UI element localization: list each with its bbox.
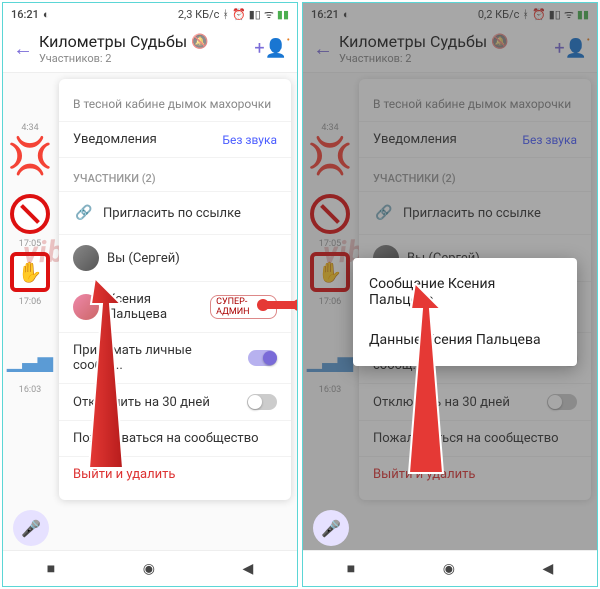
disable30-row[interactable]: Отключить на 30 дней — [59, 383, 291, 420]
disable30-label: Отключить на 30 дней — [73, 395, 210, 410]
nav-back-icon[interactable]: ◀ — [542, 561, 553, 577]
nav-home-icon[interactable]: ◉ — [443, 561, 455, 577]
back-icon[interactable]: ← — [13, 36, 39, 61]
chat-item-2[interactable]: 17:05 — [7, 191, 53, 237]
avatar — [73, 245, 99, 271]
bars-icon: ▁▃▅ — [7, 348, 53, 372]
nav-recent-icon[interactable]: ■ — [347, 560, 355, 577]
member-you-row[interactable]: Вы (Сергей) — [59, 234, 291, 281]
signal-icon: ▮▯ — [249, 8, 261, 21]
chat-subtitle: Участников: 2 — [39, 52, 254, 65]
context-popup: Сообщение Ксения Пальцева Данные Ксения … — [353, 258, 577, 366]
phone-left: 16:21 ◐ 2,3 КБ/с ᚼ ⏰ ▮▯ ᯤ ▮▮ ← Километры … — [2, 2, 298, 587]
notifications-label: Уведомления — [73, 132, 157, 147]
mic-button[interactable]: 🎤 — [313, 510, 349, 546]
noentry-icon — [10, 194, 50, 234]
chat-strip: 4:34 💢 17:05 ✋17:06 ▁▃▅16:03 — [3, 73, 57, 383]
disable30-toggle[interactable] — [247, 394, 277, 410]
android-navbar: ■ ◉ ◀ — [303, 550, 597, 586]
info-panel: В тесной кабине дымок махорочки Уведомле… — [59, 79, 291, 500]
pm-row[interactable]: Принимать личные сообщ... — [59, 332, 291, 383]
time-label: 16:03 — [19, 385, 41, 395]
popup-info[interactable]: Данные Ксения Пальцева — [353, 320, 577, 360]
chat-header: ← Километры Судьбы🔕 Участников: 2 +👤 — [3, 25, 297, 73]
member-you: Вы (Сергей) — [107, 251, 180, 266]
participants-header: УЧАСТНИКИ (2) — [59, 157, 291, 191]
link-icon: 🔗 — [73, 202, 95, 224]
phone-right: 16:21◐ 0,2 КБ/с ᚼ ⏰ ▮▯ ᯤ ▮▮ ← Километры … — [302, 2, 598, 587]
bluetooth-icon: ᚼ — [222, 8, 229, 21]
notifications-row[interactable]: Уведомления Без звука — [59, 121, 291, 157]
chat-item-4[interactable]: ▁▃▅16:03 — [7, 337, 53, 383]
connector-dots — [261, 298, 298, 312]
battery-icon: ▮▮ — [277, 8, 289, 21]
angry-icon[interactable]: 💢 — [7, 133, 53, 179]
alarm-icon: ⏰ — [232, 8, 246, 21]
statusbar: 16:21 ◐ 2,3 КБ/с ᚼ ⏰ ▮▯ ᯤ ▮▮ — [3, 3, 297, 25]
net-speed: 2,3 КБ/с — [178, 8, 220, 21]
mic-button[interactable]: 🎤 — [13, 510, 49, 546]
add-member-icon[interactable]: +👤 — [254, 38, 287, 59]
pm-toggle[interactable] — [248, 350, 277, 366]
chat-item[interactable]: 4:34 — [7, 75, 53, 121]
nav-recent-icon[interactable]: ■ — [47, 560, 55, 577]
popup-message[interactable]: Сообщение Ксения Пальцева — [353, 264, 577, 320]
android-navbar: ■ ◉ ◀ — [3, 550, 297, 586]
notifications-value: Без звука — [222, 133, 277, 147]
nav-home-icon[interactable]: ◉ — [143, 561, 155, 577]
leave-row[interactable]: Выйти и удалить — [59, 456, 291, 492]
mic-icon: 🎤 — [21, 519, 41, 538]
time-label: 4:34 — [21, 123, 38, 133]
member-kseniya: Ксения Пальцева — [107, 292, 198, 322]
report-row[interactable]: Пожаловаться на сообщество — [59, 420, 291, 456]
member-kseniya-row[interactable]: Ксения Пальцева СУПЕР-АДМИН — [59, 281, 291, 332]
wifi-icon: ᯤ — [264, 7, 274, 22]
chat-title: Километры Судьбы — [39, 32, 187, 51]
avatar — [73, 294, 99, 320]
invite-row[interactable]: 🔗 Пригласить по ссылке — [59, 191, 291, 234]
pm-label: Принимать личные сообщ... — [73, 343, 240, 373]
mi-icon: ◐ — [43, 8, 50, 21]
time-label: 17:06 — [19, 297, 41, 307]
snippet-row: В тесной кабине дымок махорочки — [59, 87, 291, 121]
status-time: 16:21 — [11, 8, 39, 21]
invite-label: Пригласить по ссылке — [103, 206, 241, 221]
mic-icon: 🎤 — [321, 519, 341, 538]
nav-back-icon[interactable]: ◀ — [242, 561, 253, 577]
muted-icon: 🔕 — [191, 34, 208, 51]
